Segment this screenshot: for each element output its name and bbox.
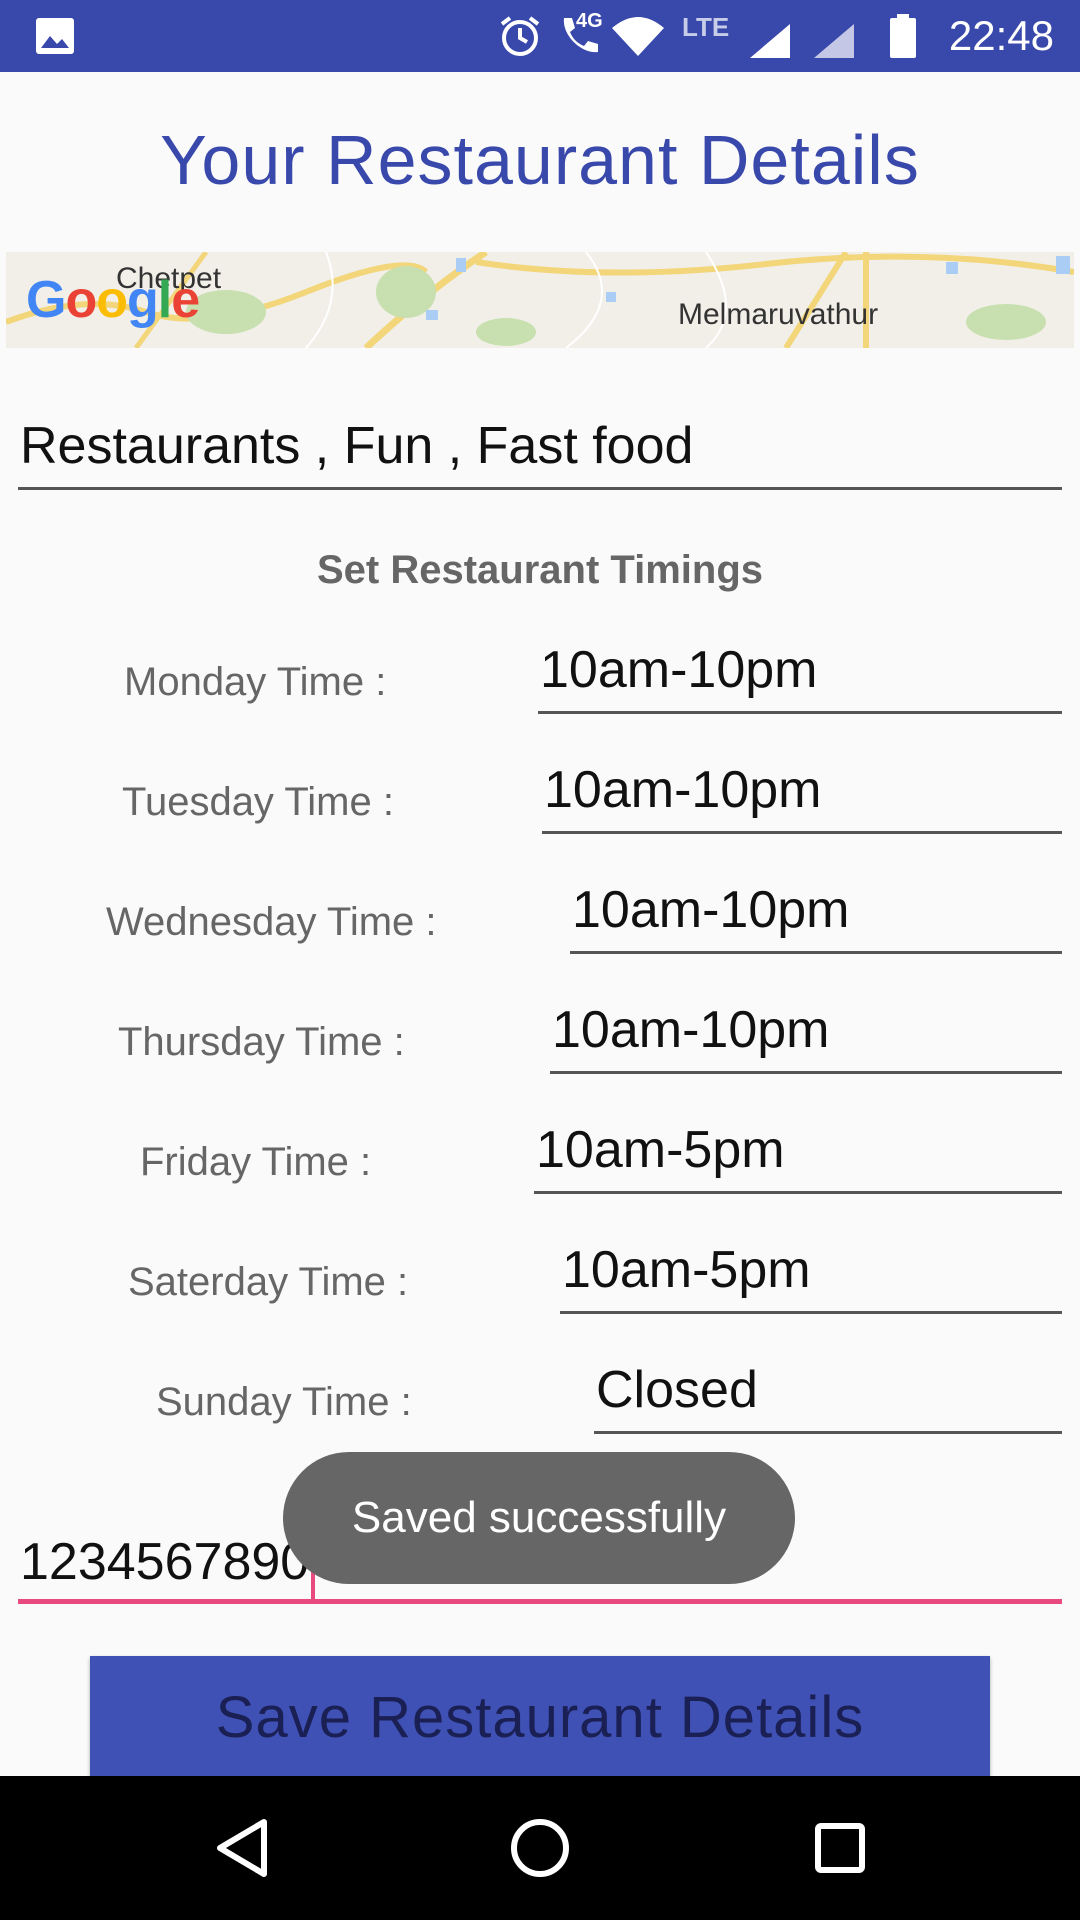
friday-label: Friday Time : [140,1140,372,1184]
network-type-label: 4G [576,10,603,32]
image-icon [36,18,74,54]
google-logo: Google [26,271,200,329]
status-bar: 4G LTE 22:48 [0,0,1080,72]
saturday-label: Saterday Time : [128,1260,409,1304]
lte-label: LTE [682,12,730,42]
status-time: 22:48 [948,12,1054,59]
recents-icon[interactable] [812,1816,868,1880]
save-restaurant-details-button[interactable]: Save Restaurant Details [90,1656,990,1776]
battery-icon [890,14,916,58]
home-icon[interactable] [508,1816,572,1880]
toast-message: Saved successfully [283,1452,795,1584]
signal-icon [814,24,854,58]
sunday-label: Sunday Time : [156,1380,412,1424]
timings-heading: Set Restaurant Timings [316,548,764,592]
map-view[interactable]: Chetpet Melmaruvathur Google [6,252,1074,348]
categories-input[interactable]: Restaurants , Fun , Fast food [18,416,1062,490]
tuesday-time-input[interactable]: 10am-10pm [542,760,1062,834]
wifi-icon [612,17,664,56]
friday-time-input[interactable]: 10am-5pm [534,1120,1062,1194]
signal-icon [750,24,790,58]
monday-label: Monday Time : [124,660,387,704]
phone-value: 1234567890 [20,1533,310,1591]
thursday-time-input[interactable]: 10am-10pm [550,1000,1062,1074]
monday-time-input[interactable]: 10am-10pm [538,640,1062,714]
navigation-bar [0,1776,1080,1920]
tuesday-label: Tuesday Time : [122,780,394,824]
sunday-time-input[interactable]: Closed [594,1360,1062,1434]
page-title: Your Restaurant Details [160,121,920,199]
alarm-icon [500,16,540,56]
map-label-melmaruvathur: Melmaruvathur [678,298,879,331]
wednesday-time-input[interactable]: 10am-10pm [570,880,1062,954]
thursday-label: Thursday Time : [118,1020,405,1064]
wednesday-label: Wednesday Time : [106,900,437,944]
back-icon[interactable] [214,1816,270,1880]
saturday-time-input[interactable]: 10am-5pm [560,1240,1062,1314]
